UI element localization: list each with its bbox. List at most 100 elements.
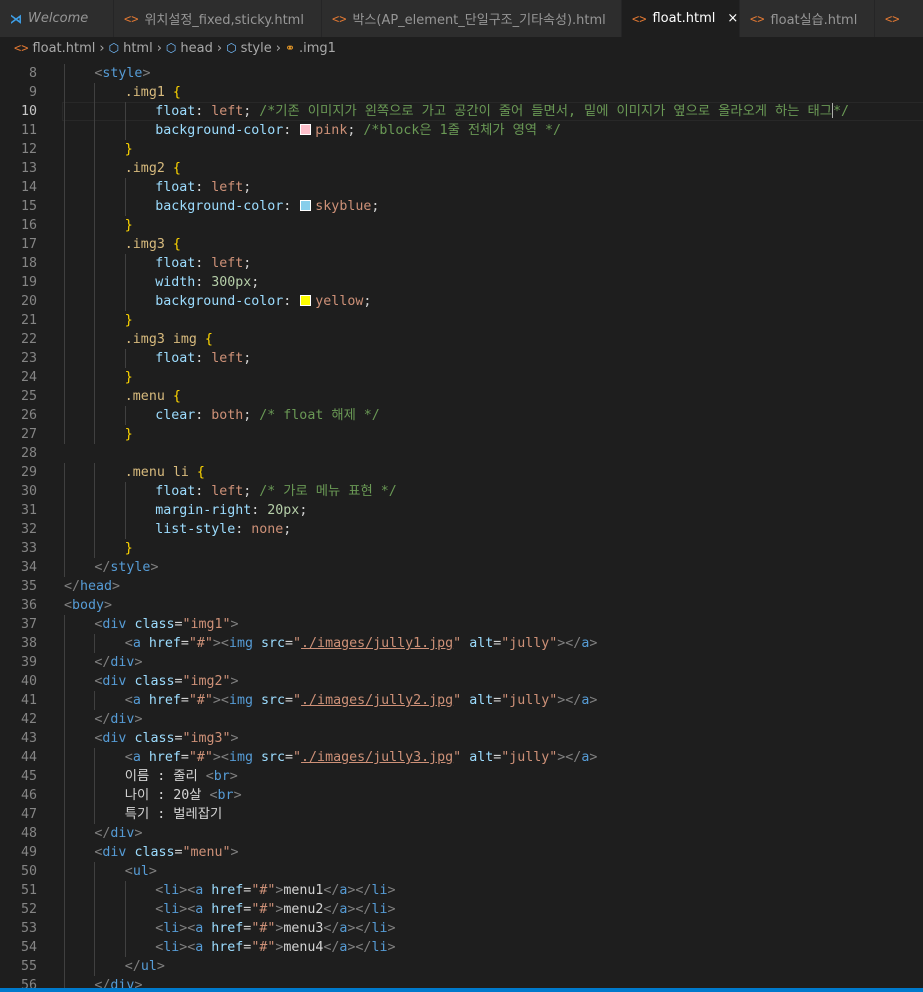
- indent-guide: [64, 140, 65, 159]
- line-number: 33: [20, 541, 37, 556]
- code-token: "#": [188, 636, 213, 651]
- chevron-right-icon: ›: [275, 40, 281, 56]
- code-text: <li><a href="#">menu4</a></li>: [155, 938, 395, 957]
- indent-guide: [64, 634, 65, 653]
- code-line: 45 이름 : 줄리 <br>: [0, 767, 923, 786]
- line-number: 13: [20, 161, 37, 176]
- indent-guide: [94, 387, 96, 406]
- code-token: >: [134, 655, 143, 670]
- indent-guide: [94, 919, 96, 938]
- code-token: =: [174, 845, 183, 860]
- indent-guide: [94, 292, 96, 311]
- tab-float-html[interactable]: <> float.html ×: [622, 0, 740, 37]
- code-text: background-color: yellow;: [155, 292, 371, 311]
- tab-박스-ap-element-단일구조-기타속성-html[interactable]: <> 박스(AP_element_단일구조_기타속성).html: [322, 0, 622, 37]
- code-token: <: [124, 750, 133, 765]
- breadcrumb-item[interactable]: ⬡ style: [226, 41, 272, 56]
- indent-guide: [94, 178, 96, 197]
- code-text: margin-right: 20px;: [155, 501, 307, 520]
- indent-guide: [124, 102, 126, 121]
- code-token: <: [124, 636, 133, 651]
- code-token: ;: [243, 256, 252, 271]
- line-number: 44: [20, 750, 37, 765]
- code-editor[interactable]: 8 <style> 9 .img1 {10 float: left; /*기존 이미지가…: [0, 62, 923, 992]
- code-text: }: [125, 425, 133, 444]
- code-token: /* 가로 메뉴 표현 */: [259, 484, 397, 499]
- indent-guide: [64, 824, 65, 843]
- color-swatch-skyblue[interactable]: [300, 200, 312, 211]
- html-file-icon: <>: [632, 11, 647, 26]
- code-token: >: [156, 959, 165, 974]
- code-line: 53 <li><a href="#">menu3</a></li>: [0, 919, 923, 938]
- line-number: 18: [20, 256, 37, 271]
- code-token: </: [124, 959, 141, 974]
- indent-guide: [64, 862, 65, 881]
- code-token: href: [211, 921, 244, 936]
- code-token: :: [195, 104, 212, 119]
- code-token: </: [323, 883, 340, 898]
- code-token: /*block은 1줄 전체가 영역 */: [363, 123, 562, 138]
- line-number: 22: [20, 332, 37, 347]
- code-token: a: [132, 693, 141, 708]
- selector-icon: ⚭: [284, 40, 296, 55]
- code-token: class: [134, 845, 175, 860]
- line-number: 48: [20, 826, 37, 841]
- line-number: 39: [20, 655, 37, 670]
- tab-welcome[interactable]: ⋊ Welcome: [0, 0, 114, 37]
- code-token: 300px: [211, 275, 252, 290]
- indent-guide: [94, 767, 96, 786]
- code-token: :: [195, 408, 212, 423]
- code-token: "jully": [501, 693, 558, 708]
- code-token: "jully": [501, 636, 558, 651]
- code-token: "#": [251, 940, 276, 955]
- code-token: href: [148, 750, 181, 765]
- code-token: ;: [363, 294, 372, 309]
- code-text: <a href="#"><img src="./images/jully2.jp…: [125, 691, 598, 710]
- code-text: <div class="img3">: [94, 729, 238, 748]
- indent-guide: [64, 83, 65, 102]
- code-text: </ul>: [125, 957, 165, 976]
- code-token: none: [251, 522, 284, 537]
- code-token: href: [211, 902, 244, 917]
- breadcrumb-item[interactable]: ⬡ head: [166, 41, 213, 56]
- code-token: ;: [243, 408, 260, 423]
- tab-float실습-html[interactable]: <> float실습.html: [740, 0, 875, 37]
- code-token: <: [155, 940, 164, 955]
- cube-icon: ⬡: [226, 40, 237, 55]
- code-token: div: [110, 712, 135, 727]
- indent-guide: [64, 520, 65, 539]
- close-icon[interactable]: ×: [727, 11, 738, 26]
- code-token: ul: [140, 959, 157, 974]
- code-token: class: [134, 674, 175, 689]
- code-token: menu4: [283, 940, 324, 955]
- color-swatch-pink[interactable]: [300, 124, 312, 135]
- indent-guide: [124, 349, 126, 368]
- code-line: 36 <body>: [0, 596, 923, 615]
- indent-guide: [64, 64, 65, 83]
- code-token: {: [172, 389, 181, 404]
- cube-icon: ⬡: [108, 40, 120, 55]
- tab-label: 박스(AP_element_단일구조_기타속성).html: [352, 13, 606, 28]
- breadcrumb-item[interactable]: <> float.html: [14, 41, 95, 56]
- code-token: left: [211, 484, 244, 499]
- editor-tab-bar: ⋊ Welcome <> 위치설정_fixed,sticky.html <> 박스(AP_…: [0, 0, 923, 37]
- code-token: href: [148, 636, 181, 651]
- indent-guide: [94, 786, 96, 805]
- code-token: ": [293, 636, 302, 651]
- code-line: 11 background-color: pink; /*block은 1줄 전체…: [0, 121, 923, 140]
- breadcrumb-item[interactable]: ⚭ .img1: [285, 41, 336, 56]
- color-swatch-yellow[interactable]: [300, 295, 312, 306]
- tab-위치설정-fixed-sticky-html[interactable]: <> 위치설정_fixed,sticky.html: [114, 0, 322, 37]
- tab-overflow[interactable]: <>: [875, 0, 923, 37]
- line-number: 15: [20, 199, 37, 214]
- code-token: }: [124, 370, 133, 385]
- code-token: ./images/jully1.jpg: [301, 636, 454, 651]
- line-number: 52: [20, 902, 37, 917]
- line-number: 40: [20, 674, 37, 689]
- code-token: ></: [347, 940, 372, 955]
- code-text: <div class="img1">: [94, 615, 238, 634]
- code-token: ></: [557, 750, 582, 765]
- indent-guide: [64, 900, 65, 919]
- code-token: */: [833, 104, 850, 119]
- breadcrumb-item[interactable]: ⬡ html: [109, 41, 153, 56]
